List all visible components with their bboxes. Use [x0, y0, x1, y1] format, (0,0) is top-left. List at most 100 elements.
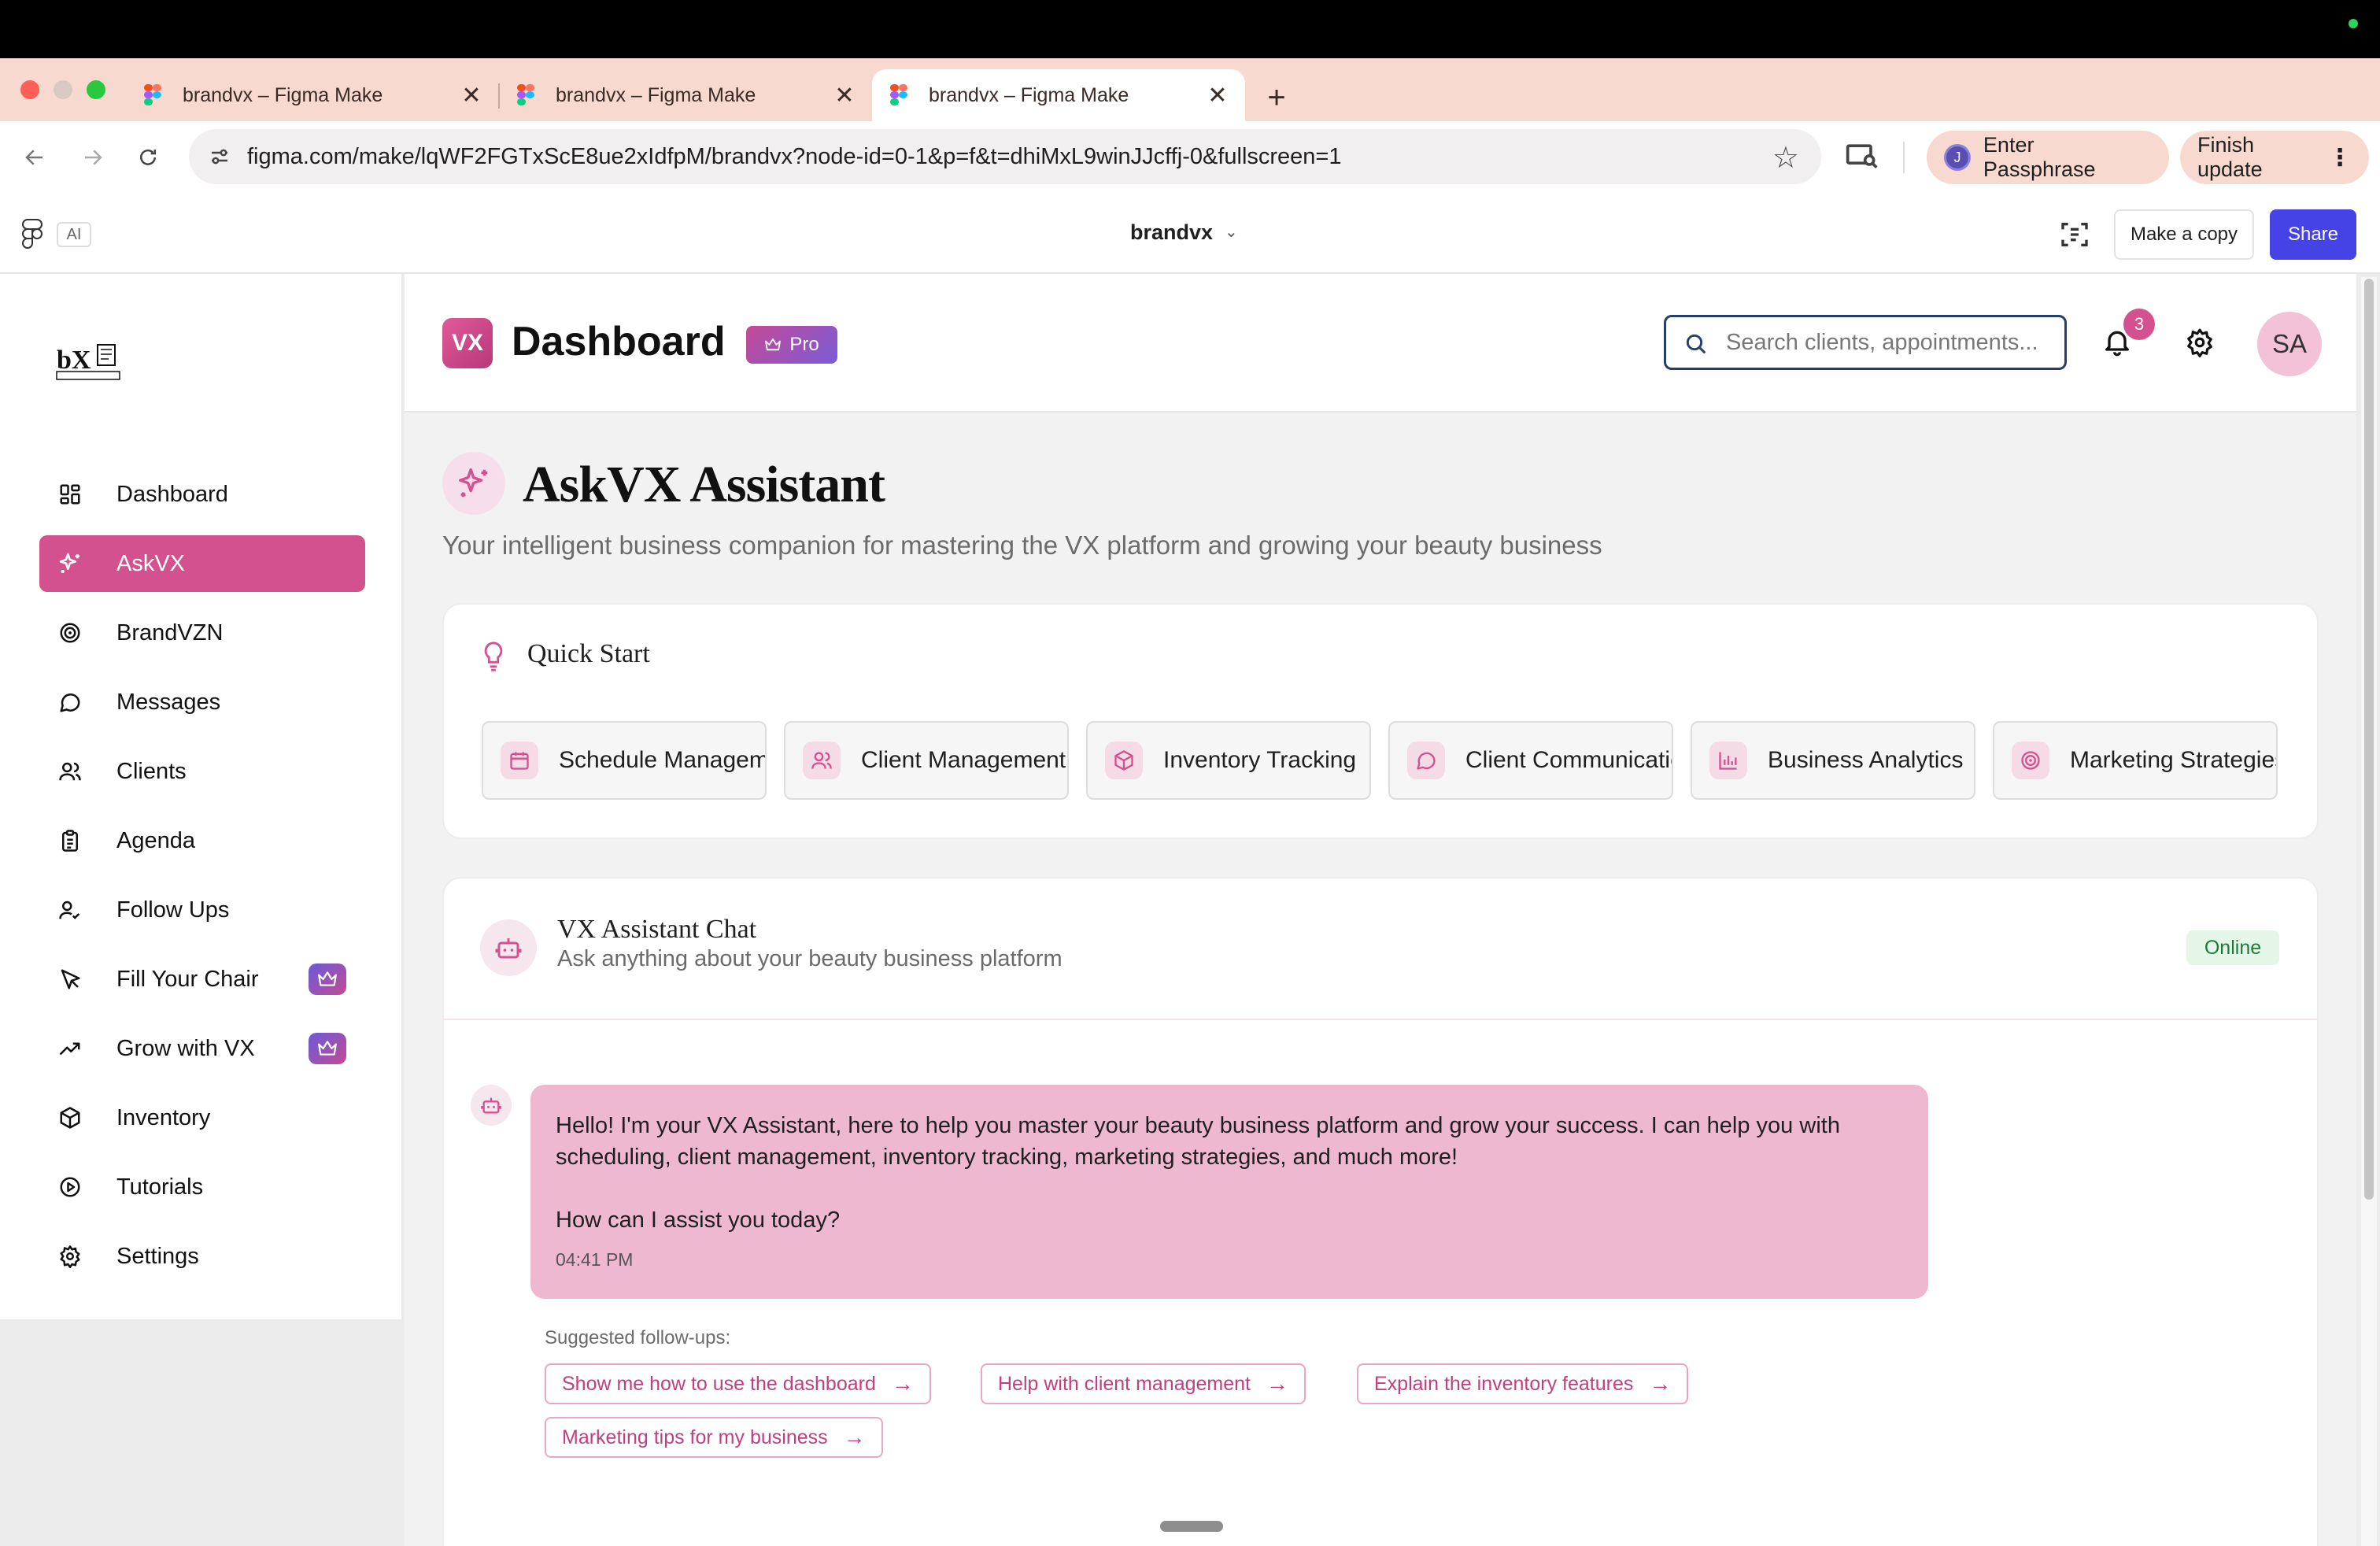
make-a-copy-button[interactable]: Make a copy	[2114, 209, 2254, 260]
maximize-window-button[interactable]	[87, 80, 105, 99]
sidebar-item-settings[interactable]: Settings	[39, 1228, 365, 1285]
back-button[interactable]	[16, 139, 54, 176]
inspect-icon[interactable]	[2059, 219, 2090, 250]
drag-handle[interactable]	[1160, 1521, 1223, 1532]
close-window-button[interactable]	[20, 80, 39, 99]
chevron-down-icon[interactable]: ⌄	[1225, 222, 1238, 242]
brandvx-logo[interactable]: bX	[54, 338, 126, 384]
close-tab-icon[interactable]: ✕	[460, 82, 483, 109]
close-tab-icon[interactable]: ✕	[833, 82, 856, 109]
page-subtitle: Your intelligent business companion for …	[442, 531, 1602, 560]
chip-label: Inventory Tracking	[1163, 747, 1357, 773]
sidebar-item-tutorials[interactable]: Tutorials	[39, 1159, 365, 1215]
sidebar-nav: Dashboard AskVX BrandVZN Messages Client…	[39, 466, 365, 1297]
sidebar-item-askvx[interactable]: AskVX	[39, 535, 365, 592]
search-box[interactable]	[1664, 315, 2067, 370]
box-icon	[57, 1104, 83, 1131]
browser-tab[interactable]: brandvx – Figma Make ✕	[499, 69, 872, 121]
browser-toolbar: figma.com/make/lqWF2FGTxScE8ue2xIdfpM/br…	[0, 121, 2380, 195]
sparkles-icon	[57, 550, 83, 577]
more-menu-icon[interactable]: ⋮	[2328, 144, 2352, 172]
target-icon	[57, 620, 83, 646]
suggestion-label: Show me how to use the dashboard	[562, 1372, 876, 1395]
assistant-message-bubble: Hello! I'm your VX Assistant, here to he…	[530, 1085, 1928, 1299]
page-scrollbar[interactable]	[2361, 277, 2377, 1546]
sidebar-item-fill-your-chair[interactable]: Fill Your Chair	[39, 951, 365, 1008]
suggestion-button[interactable]: Marketing tips for my business →	[545, 1417, 883, 1458]
grid-icon	[57, 481, 83, 508]
sidebar-item-label: Inventory	[116, 1104, 211, 1130]
forward-button[interactable]	[74, 139, 112, 176]
bot-icon	[471, 1085, 512, 1126]
scrollbar-thumb[interactable]	[2364, 279, 2374, 1200]
quick-start-chip-schedule[interactable]: Schedule Management	[482, 721, 767, 800]
bookmark-star-icon[interactable]: ☆	[1772, 140, 1799, 176]
project-name[interactable]: brandvx	[1130, 220, 1213, 245]
ai-badge[interactable]: AI	[57, 222, 91, 247]
figma-make-header: AI brandvx ⌄ Make a copy Share	[0, 195, 2380, 274]
pro-badge: Pro	[746, 326, 837, 364]
quick-start-chip-marketing[interactable]: Marketing Strategies	[1993, 721, 2278, 800]
enter-passphrase-button[interactable]: J Enter Passphrase	[1927, 131, 2169, 184]
sidebar-item-clients[interactable]: Clients	[39, 743, 365, 800]
main-content: VX Dashboard Pro 3 SA AskVX Assistant Yo…	[405, 274, 2356, 1546]
message-text: Hello! I'm your VX Assistant, here to he…	[556, 1113, 1840, 1170]
arrow-left-icon	[25, 150, 42, 165]
target-icon	[2012, 742, 2049, 779]
window-controls	[20, 80, 105, 99]
quick-start-chip-analytics[interactable]: Business Analytics	[1691, 721, 1975, 800]
close-tab-icon[interactable]: ✕	[1206, 82, 1229, 109]
suggestion-button[interactable]: Show me how to use the dashboard →	[545, 1363, 931, 1404]
sidebar-item-label: Dashboard	[116, 481, 228, 507]
message-icon	[57, 689, 83, 716]
url-text[interactable]: figma.com/make/lqWF2FGTxScE8ue2xIdfpM/br…	[247, 144, 1342, 170]
suggestion-label: Help with client management	[998, 1372, 1251, 1395]
suggestion-label: Marketing tips for my business	[562, 1426, 828, 1448]
quick-start-chip-client-management[interactable]: Client Management	[784, 721, 1069, 800]
sidebar-item-agenda[interactable]: Agenda	[39, 812, 365, 869]
reload-button[interactable]	[129, 139, 167, 176]
lightbulb-icon	[484, 642, 503, 671]
share-button[interactable]: Share	[2270, 209, 2356, 260]
browser-tab-active[interactable]: brandvx – Figma Make ✕	[872, 69, 1245, 121]
quick-start-chip-inventory[interactable]: Inventory Tracking	[1086, 721, 1371, 800]
minimize-window-button[interactable]	[54, 80, 72, 99]
sidebar-item-follow-ups[interactable]: Follow Ups	[39, 882, 365, 938]
site-settings-icon[interactable]	[208, 145, 231, 168]
sidebar-item-label: Messages	[116, 689, 221, 715]
profile-avatar: J	[1944, 144, 1971, 171]
sidebar-item-brandvzn[interactable]: BrandVZN	[39, 605, 365, 661]
finish-update-button[interactable]: Finish update ⋮	[2180, 131, 2369, 184]
quick-start-chip-communication[interactable]: Client Communication	[1388, 721, 1673, 800]
figma-favicon-icon	[515, 84, 537, 106]
app-header: VX Dashboard Pro 3 SA	[405, 274, 2356, 412]
sidebar-item-messages[interactable]: Messages	[39, 674, 365, 730]
bar-chart-icon	[1709, 742, 1747, 779]
search-input[interactable]	[1726, 329, 2049, 356]
suggestion-button[interactable]: Explain the inventory features →	[1357, 1363, 1689, 1404]
arrow-right-icon: →	[1649, 1371, 1672, 1396]
quick-start-chips: Schedule Management Client Management In…	[482, 721, 2292, 800]
gear-icon[interactable]	[2185, 327, 2215, 357]
tab-title: brandvx – Figma Make	[183, 83, 383, 106]
sidebar-item-label: Tutorials	[116, 1174, 204, 1200]
message-text: How can I assist you today?	[556, 1208, 841, 1233]
address-bar[interactable]: figma.com/make/lqWF2FGTxScE8ue2xIdfpM/br…	[189, 129, 1821, 184]
sidebar-item-dashboard[interactable]: Dashboard	[39, 466, 365, 523]
user-avatar[interactable]: SA	[2257, 312, 2322, 376]
figma-logo-icon[interactable]	[22, 219, 42, 249]
suggestion-label: Explain the inventory features	[1374, 1372, 1634, 1395]
cast-search-icon[interactable]	[1845, 139, 1879, 173]
calendar-icon	[501, 742, 538, 779]
new-tab-button[interactable]: +	[1253, 74, 1300, 121]
sidebar-item-grow-with-vx[interactable]: Grow with VX	[39, 1020, 365, 1077]
cursor-icon	[57, 966, 83, 993]
suggestion-button[interactable]: Help with client management →	[981, 1363, 1306, 1404]
sidebar-item-inventory[interactable]: Inventory	[39, 1089, 365, 1146]
vx-logo[interactable]: VX	[442, 318, 493, 368]
sidebar-item-label: BrandVZN	[116, 620, 224, 645]
play-icon	[57, 1174, 83, 1200]
browser-tab[interactable]: brandvx – Figma Make ✕	[126, 69, 500, 121]
gear-icon	[57, 1243, 83, 1270]
header-title: Dashboard	[512, 319, 726, 364]
